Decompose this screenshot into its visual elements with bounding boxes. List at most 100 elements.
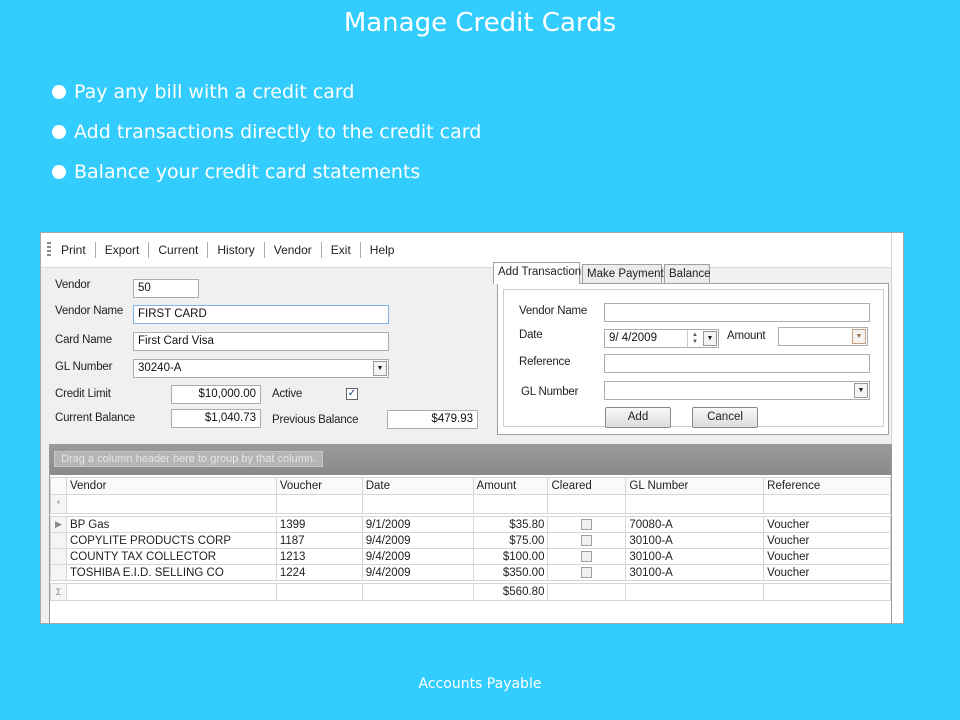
cell-amount[interactable]: $35.80 [472,516,549,533]
gl-number-label: GL Number [55,361,113,373]
cell-date[interactable]: 9/4/2009 [361,548,474,565]
group-hint: Drag a column header here to group by th… [54,451,323,467]
cell-date[interactable]: 9/1/2009 [361,516,474,533]
cell-date[interactable]: 9/4/2009 [361,564,474,581]
cell-amount[interactable]: $75.00 [472,532,549,549]
column-header-vendor[interactable]: Vendor [65,477,277,495]
menu-exit[interactable]: Exit [329,243,353,257]
cell-amount[interactable]: $100.00 [472,548,549,565]
cell-gl-number[interactable]: 30100-A [625,564,765,581]
table-row[interactable]: COUNTY TAX COLLECTOR 1213 9/4/2009 $100.00 3… [50,548,891,565]
feature-item: Balance your credit card statements [50,160,481,200]
new-row[interactable]: * [50,494,891,514]
cell-voucher[interactable]: 1224 [275,564,363,581]
column-header-gl-number[interactable]: GL Number [625,477,765,495]
menu-print[interactable]: Print [59,243,88,257]
row-indicator[interactable] [50,548,67,565]
feature-text: Pay any bill with a credit card [74,81,355,103]
cleared-checkbox[interactable] [581,534,593,546]
cell-date[interactable]: 9/4/2009 [361,532,474,549]
column-header-amount[interactable]: Amount [472,477,549,495]
menu-separator [320,242,322,258]
summary-cell [763,583,891,601]
cell-cleared [547,564,627,581]
menu-help[interactable]: Help [368,243,397,257]
current-balance-label: Current Balance [55,412,136,424]
cleared-checkbox[interactable] [581,518,593,530]
current-balance-field[interactable]: $1,040.73 [171,409,261,428]
add-transaction-panel: Vendor Name Date 9/ 4/2009 ▲ ▼ ▼ Amount ▼… [497,283,889,435]
cleared-checkbox[interactable] [581,550,593,562]
cell-voucher[interactable]: 1213 [275,548,363,565]
cell-voucher[interactable]: 1187 [275,532,363,549]
slide-footer: Accounts Payable [418,676,542,692]
cell-gl-number[interactable]: 70080-A [625,516,765,533]
cell-reference[interactable]: Voucher [763,516,891,533]
previous-balance-field[interactable]: $479.93 [387,410,478,429]
cell-gl-number[interactable]: 30100-A [625,532,765,549]
credit-card-window: Print Export Current History Vendor Exit… [40,232,904,624]
vendor-name-field[interactable]: FIRST CARD [133,305,389,324]
chevron-down-icon[interactable]: ▼ [852,329,866,344]
txn-date-field[interactable]: 9/ 4/2009 ▲ ▼ ▼ [604,329,719,348]
table-row[interactable]: ▶ BP Gas 1399 9/1/2009 $35.80 70080-A Voucher [50,516,891,533]
gl-number-select[interactable]: 30240-A ▼ [133,359,389,378]
toolbar-grip-icon[interactable] [47,242,51,258]
chevron-down-icon[interactable]: ▼ [373,361,387,376]
previous-balance-label: Previous Balance [272,414,359,426]
column-header-voucher[interactable]: Voucher [275,477,363,495]
menu-separator [359,242,361,258]
txn-reference-field[interactable] [604,354,870,373]
bullet-icon [52,125,66,139]
calendar-dropdown-icon[interactable]: ▼ [703,331,717,346]
cell-cleared [547,548,627,565]
active-checkbox[interactable]: ✓ [346,388,358,400]
current-row-arrow-icon[interactable]: ▶ [50,516,67,533]
card-name-label: Card Name [55,334,112,346]
add-button[interactable]: Add [605,407,671,428]
column-header-reference[interactable]: Reference [763,477,891,495]
column-header-date[interactable]: Date [361,477,474,495]
table-row[interactable]: TOSHIBA E.I.D. SELLING CO 1224 9/4/2009 $35… [50,564,891,581]
row-indicator[interactable] [50,564,67,581]
tab-balance[interactable]: Balance [664,264,711,284]
menu-separator [263,242,265,258]
date-spinner-icon[interactable]: ▲ ▼ [687,330,702,347]
column-header-cleared[interactable]: Cleared [547,477,627,495]
menu-vendor[interactable]: Vendor [272,243,314,257]
menu-export[interactable]: Export [103,243,142,257]
cell-gl-number[interactable]: 30100-A [625,548,765,565]
sum-icon: Σ [50,583,67,601]
cell-reference[interactable]: Voucher [763,548,891,565]
tab-add-transaction[interactable]: Add Transaction [493,262,581,284]
cleared-checkbox[interactable] [581,566,593,578]
cell-reference[interactable]: Voucher [763,564,891,581]
vendor-field[interactable]: 50 [133,279,199,298]
cancel-button[interactable]: Cancel [692,407,758,428]
txn-gl-number-select[interactable]: ▼ [604,381,870,400]
vendor-name-label: Vendor Name [55,305,124,317]
cell-voucher[interactable]: 1399 [275,516,363,533]
summary-amount: $560.80 [472,583,549,601]
txn-amount-field[interactable]: ▼ [778,327,868,346]
vendor-label: Vendor [55,279,91,291]
card-name-field[interactable]: First Card Visa [133,332,389,351]
txn-vendor-name-field[interactable] [604,303,870,322]
cell-amount[interactable]: $350.00 [472,564,549,581]
cell-reference[interactable]: Voucher [763,532,891,549]
cell-vendor[interactable]: COUNTY TAX COLLECTOR [65,548,277,565]
group-by-panel[interactable]: Drag a column header here to group by th… [50,445,891,475]
cell-vendor[interactable]: COPYLITE PRODUCTS CORP [65,532,277,549]
gl-number-value: 30240-A [138,362,182,374]
menu-bar: Print Export Current History Vendor Exit… [41,233,893,268]
menu-current[interactable]: Current [156,243,200,257]
chevron-down-icon[interactable]: ▼ [854,383,868,398]
row-indicator[interactable] [50,532,67,549]
cell-vendor[interactable]: TOSHIBA E.I.D. SELLING CO [65,564,277,581]
bullet-icon [52,85,66,99]
cell-vendor[interactable]: BP Gas [65,516,277,533]
tab-make-payment[interactable]: Make Payment [582,264,664,284]
credit-limit-field[interactable]: $10,000.00 [171,385,261,404]
menu-history[interactable]: History [215,243,256,257]
table-row[interactable]: COPYLITE PRODUCTS CORP 1187 9/4/2009 $75.00… [50,532,891,549]
